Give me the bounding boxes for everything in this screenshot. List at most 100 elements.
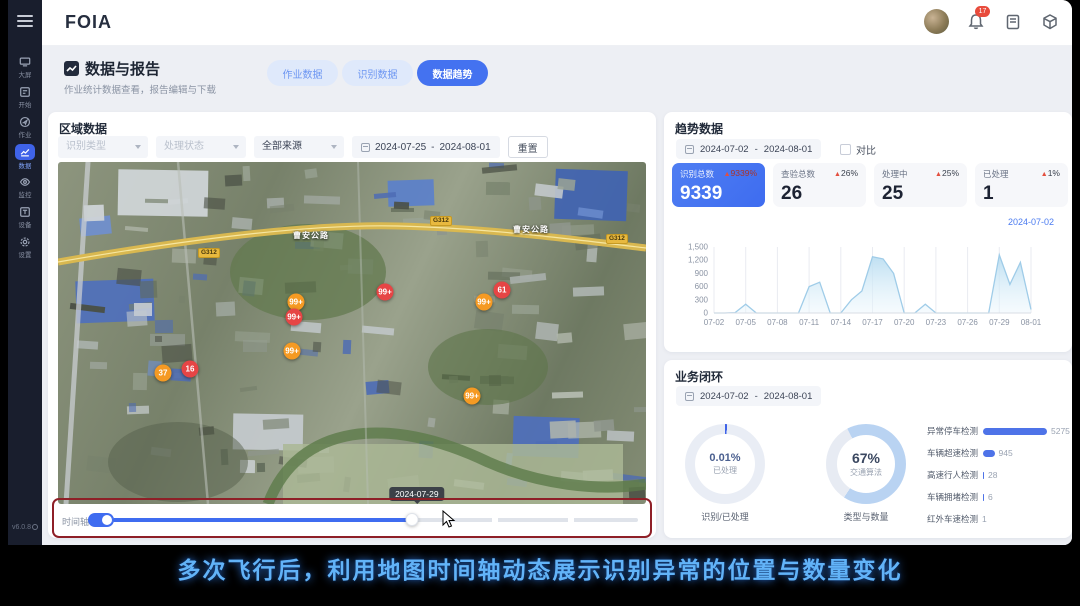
legend-row: 车辆超速检测945 <box>914 446 1013 460</box>
svg-text:600: 600 <box>695 282 709 291</box>
main-content: 数据与报告 作业统计数据查看，报告编辑与下载 作业数据识别数据数据趋势 区域数据… <box>42 46 1072 545</box>
loop-panel-title: 业务闭环 <box>675 368 723 385</box>
slider-fill <box>112 518 412 522</box>
tab-recognition-data[interactable]: 识别数据 <box>342 60 413 86</box>
map-marker[interactable]: 99+ <box>476 294 493 311</box>
report-document-icon[interactable] <box>1003 12 1023 32</box>
map-buildings-layer <box>58 162 646 504</box>
svg-text:07-05: 07-05 <box>735 318 756 327</box>
source-select[interactable]: 全部来源 <box>254 136 344 158</box>
legend-row: 车辆拥堵检测 6 <box>914 490 993 504</box>
map-marker[interactable]: 99+ <box>288 294 305 311</box>
stat-value: 9339 <box>680 183 757 205</box>
legend-bar <box>983 472 984 479</box>
map-marker[interactable]: 99+ <box>286 309 303 326</box>
video-frame: 大屏开始作业数据监控设备设置 v6.0.8 FOIA 17 <box>0 0 1080 606</box>
region-panel-title: 区域数据 <box>59 120 107 137</box>
sidebar-item-settings[interactable]: 设置 <box>8 232 42 262</box>
slider-handle[interactable] <box>405 513 418 526</box>
stat-card-3[interactable]: 已处理 ▲1% 1 <box>975 163 1068 207</box>
map-marker[interactable]: 16 <box>182 361 199 378</box>
legend-label: 车辆拥堵检测 <box>914 491 978 503</box>
legend-value: 5275 <box>1051 426 1070 436</box>
report-chart-icon <box>64 61 79 76</box>
menu-icon[interactable] <box>17 15 33 27</box>
tab-job-data[interactable]: 作业数据 <box>267 60 338 86</box>
trend-date-range[interactable]: 2024-07-02 - 2024-08-01 <box>676 139 821 159</box>
svg-text:07-14: 07-14 <box>831 318 852 327</box>
date-start: 2024-07-02 <box>700 391 749 402</box>
date-end: 2024-08-01 <box>764 144 813 155</box>
up-arrow-icon: ▲ <box>935 171 942 178</box>
timeline-tooltip: 2024-07-29 <box>389 487 444 501</box>
date-start: 2024-07-02 <box>700 144 749 155</box>
compare-checkbox[interactable]: 对比 <box>840 142 876 157</box>
page-subtitle: 作业统计数据查看，报告编辑与下载 <box>64 82 216 96</box>
legend-label: 异常停车检测 <box>914 425 978 437</box>
stat-value: 26 <box>781 183 858 205</box>
sidebar-item-device[interactable]: 设备 <box>8 202 42 232</box>
reset-button[interactable]: 重置 <box>508 136 548 158</box>
timeline-slider[interactable] <box>112 510 638 530</box>
donut-caption: 类型与数量 <box>811 510 921 523</box>
business-loop-panel: 业务闭环 2024-07-02 - 2024-08-01 0.01% 已处理 6… <box>664 360 1072 538</box>
map-marker[interactable]: 99+ <box>377 284 394 301</box>
user-avatar[interactable] <box>924 9 949 34</box>
data-view-tabs: 作业数据识别数据数据趋势 <box>267 60 488 86</box>
legend-label: 高速行人检测 <box>914 469 978 481</box>
stat-card-2[interactable]: 处理中▲25%25 <box>874 163 967 207</box>
legend-bar <box>983 428 1047 435</box>
region-filters: 识别类型 处理状态 全部来源 2024-07-25 - 2024-08-01 重… <box>58 136 548 158</box>
stat-card-0[interactable]: 识别总数▲9339%9339 <box>672 163 765 207</box>
tab-data-trend[interactable]: 数据趋势 <box>417 60 488 86</box>
timeline-toggle[interactable] <box>88 513 114 527</box>
svg-text:07-08: 07-08 <box>767 318 788 327</box>
map-marker[interactable]: 99+ <box>464 388 481 405</box>
resources-cube-icon[interactable] <box>1040 12 1060 32</box>
region-date-range[interactable]: 2024-07-25 - 2024-08-01 <box>352 136 500 158</box>
notifications-bell-icon[interactable]: 17 <box>966 12 986 32</box>
recognition-type-select[interactable]: 识别类型 <box>58 136 148 158</box>
map-markers-layer: 99+99+99+99+99+61371699+ <box>58 162 646 504</box>
sidebar-item-monitor[interactable]: 监控 <box>8 172 42 202</box>
monitor-icon <box>18 175 32 189</box>
stat-label: 已处理 <box>983 168 1009 180</box>
map-marker[interactable]: 37 <box>155 365 172 382</box>
sidebar-item-data[interactable]: 数据 <box>8 142 42 172</box>
processed-ratio-donut: 0.01% 已处理 <box>685 424 765 504</box>
legend-value: 1 <box>982 514 987 524</box>
stat-value: 1 <box>983 183 1060 205</box>
legend-label: 红外车速检测 <box>914 513 978 525</box>
route-badge: G312 <box>430 216 452 226</box>
route-badge: G312 <box>606 234 628 244</box>
stat-delta: ▲9339% <box>724 168 757 180</box>
date-end: 2024-08-01 <box>440 142 491 153</box>
trend-area-chart[interactable]: 07-0207-0507-0807-1107-1407-1707-2007-23… <box>672 235 1064 339</box>
map-marker[interactable]: 61 <box>494 282 511 299</box>
loop-date-range[interactable]: 2024-07-02 - 2024-08-01 <box>676 386 821 406</box>
trend-data-panel: 趋势数据 2024-07-02 - 2024-08-01 对比 识别总数▲933… <box>664 112 1072 352</box>
legend-value: 6 <box>988 492 993 502</box>
date-start: 2024-07-25 <box>375 142 426 153</box>
map-marker[interactable]: 99+ <box>284 343 301 360</box>
top-bar: FOIA 17 <box>42 0 1072 46</box>
satellite-map[interactable]: 曹安公路 曹安公路 G312 G312 G312 99+99+99+99+99+… <box>58 162 646 504</box>
screen-icon <box>18 55 32 69</box>
stat-delta: ▲1% <box>1041 168 1060 180</box>
process-status-select[interactable]: 处理状态 <box>156 136 246 158</box>
calendar-icon <box>361 143 370 152</box>
svg-text:900: 900 <box>695 269 709 278</box>
legend-row: 红外车速检测 1 <box>914 512 987 526</box>
calendar-icon <box>685 145 694 154</box>
svg-text:07-29: 07-29 <box>989 318 1010 327</box>
stat-card-1[interactable]: 查验总数▲26%26 <box>773 163 866 207</box>
stat-delta: ▲26% <box>834 168 858 180</box>
version-dot-icon <box>32 524 38 530</box>
app-logo: FOIA <box>65 12 112 33</box>
sidebar-item-big-screen[interactable]: 大屏 <box>8 52 42 82</box>
sidebar-item-start[interactable]: 开始 <box>8 82 42 112</box>
sidebar-item-mission[interactable]: 作业 <box>8 112 42 142</box>
svg-text:07-02: 07-02 <box>704 318 725 327</box>
svg-text:07-11: 07-11 <box>799 318 819 327</box>
road-label: 曹安公路 <box>293 230 329 241</box>
